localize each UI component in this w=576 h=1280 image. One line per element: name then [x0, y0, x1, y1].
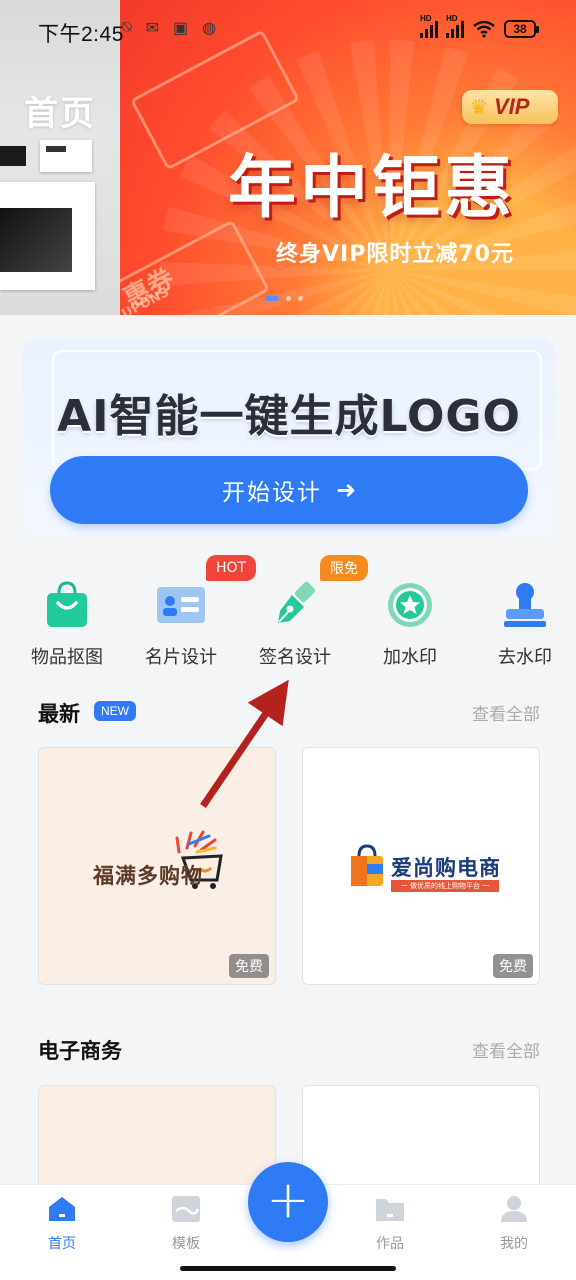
- nav-label: 首页: [48, 1236, 76, 1252]
- new-badge: NEW: [94, 701, 136, 721]
- notification-icon: ✉: [145, 20, 160, 37]
- home-indicator: [180, 1266, 396, 1271]
- mock-dark-card: [0, 146, 26, 166]
- tool-item-cutout[interactable]: 物品抠图: [12, 581, 122, 669]
- start-design-button[interactable]: 开始设计 ➜: [50, 456, 528, 524]
- signal-icon: HD: [446, 14, 464, 38]
- vip-label: VIP: [493, 94, 530, 119]
- tool-item-signature[interactable]: 签名设计: [240, 581, 350, 669]
- notification-icon: ◍: [202, 20, 217, 37]
- star-badge-icon: [385, 581, 435, 629]
- nav-label: 我的: [500, 1236, 528, 1252]
- see-all-link[interactable]: 查看全部: [472, 700, 540, 725]
- vip-badge[interactable]: ♛ VIP: [462, 90, 558, 124]
- battery-icon: 38: [504, 20, 539, 38]
- template-card[interactable]: 爱尚购电商 一 做优质的线上购物平台 一 免费: [302, 747, 540, 985]
- tool-label: 物品抠图: [31, 647, 103, 668]
- free-limited-tag: 限免: [320, 555, 368, 581]
- template-card[interactable]: 福满多购物 免费: [38, 747, 276, 985]
- see-all-link[interactable]: 查看全部: [472, 1037, 540, 1062]
- folder-icon: [375, 1195, 405, 1223]
- notification-icon: ▣: [173, 20, 189, 37]
- section-title: 最新: [38, 702, 80, 726]
- tool-shortcuts: HOT 限免 物品抠图 名片设计 签名设计 加水印 去水印: [0, 555, 576, 668]
- tool-label: 签名设计: [259, 647, 331, 668]
- shopping-bag-logo-icon: [351, 844, 383, 886]
- page-title: 首页: [24, 94, 96, 134]
- section-title: 电子商务: [38, 1039, 122, 1063]
- nav-item-home[interactable]: 首页: [22, 1195, 102, 1253]
- status-system-icons: HD HD 38: [420, 14, 539, 38]
- nav-item-works[interactable]: 作品: [350, 1195, 430, 1253]
- ai-logo-card: AI智能一键生成LOGO 开始设计 ➜: [22, 338, 556, 536]
- carousel-dots: [265, 296, 303, 301]
- nav-item-templates[interactable]: 模板: [146, 1195, 226, 1253]
- template-icon: [171, 1195, 201, 1223]
- mock-business-card: [40, 140, 92, 172]
- free-badge: 免费: [229, 954, 269, 978]
- promo-subline: 终身VIP限时立减70元: [276, 242, 514, 267]
- home-icon: [47, 1195, 77, 1223]
- nav-item-profile[interactable]: 我的: [474, 1195, 554, 1253]
- promo-headline: 年中钜惠: [228, 149, 517, 228]
- template-logo-text: 福满多购物: [93, 864, 203, 888]
- create-button[interactable]: +: [248, 1162, 328, 1242]
- battery-level: 38: [513, 22, 527, 36]
- template-logo-subtitle: 一 做优质的线上购物平台 一: [391, 880, 499, 892]
- carousel-dot-active: [265, 296, 279, 301]
- wifi-icon: [473, 20, 495, 38]
- business-card-icon: [156, 581, 206, 629]
- ai-card-title: AI智能一键生成LOGO: [57, 391, 521, 442]
- template-card[interactable]: [302, 1085, 540, 1185]
- nav-label: 作品: [376, 1236, 404, 1252]
- plus-icon: +: [266, 1170, 310, 1230]
- tool-item-remove-watermark[interactable]: 去水印: [470, 581, 576, 669]
- pen-nib-icon: [270, 581, 320, 629]
- tool-item-business-card[interactable]: 名片设计: [126, 581, 236, 669]
- alarm-off-icon: ⍉: [122, 19, 132, 36]
- mock-paper: [0, 182, 95, 290]
- arrow-right-icon: ➜: [335, 476, 357, 504]
- hot-tag: HOT: [206, 555, 257, 581]
- shopping-bag-icon: [42, 581, 92, 629]
- template-card[interactable]: [38, 1085, 276, 1185]
- signal-icon: HD: [420, 14, 438, 38]
- template-logo-text: 爱尚购电商: [391, 856, 501, 880]
- start-design-label: 开始设计: [221, 480, 322, 506]
- status-time: 下午2:45: [38, 23, 124, 46]
- free-badge: 免费: [493, 954, 533, 978]
- tool-label: 名片设计: [145, 647, 217, 668]
- carousel-dot: [286, 296, 291, 301]
- tool-label: 加水印: [383, 647, 437, 668]
- stamp-icon: [500, 581, 550, 629]
- tool-item-add-watermark[interactable]: 加水印: [355, 581, 465, 669]
- status-notification-icons: ⍉ ✉ ▣ ◍: [122, 18, 216, 38]
- section-header-ecommerce: 电子商务 查看全部: [38, 1035, 540, 1065]
- tool-label: 去水印: [498, 647, 552, 668]
- user-icon: [499, 1195, 529, 1223]
- nav-label: 模板: [172, 1236, 200, 1252]
- crown-icon: ♛: [470, 95, 488, 119]
- carousel-dot: [298, 296, 303, 301]
- section-header-latest: 最新 NEW 查看全部: [38, 698, 540, 728]
- status-bar: 下午2:45 ⍉ ✉ ▣ ◍ HD HD 38: [0, 0, 576, 62]
